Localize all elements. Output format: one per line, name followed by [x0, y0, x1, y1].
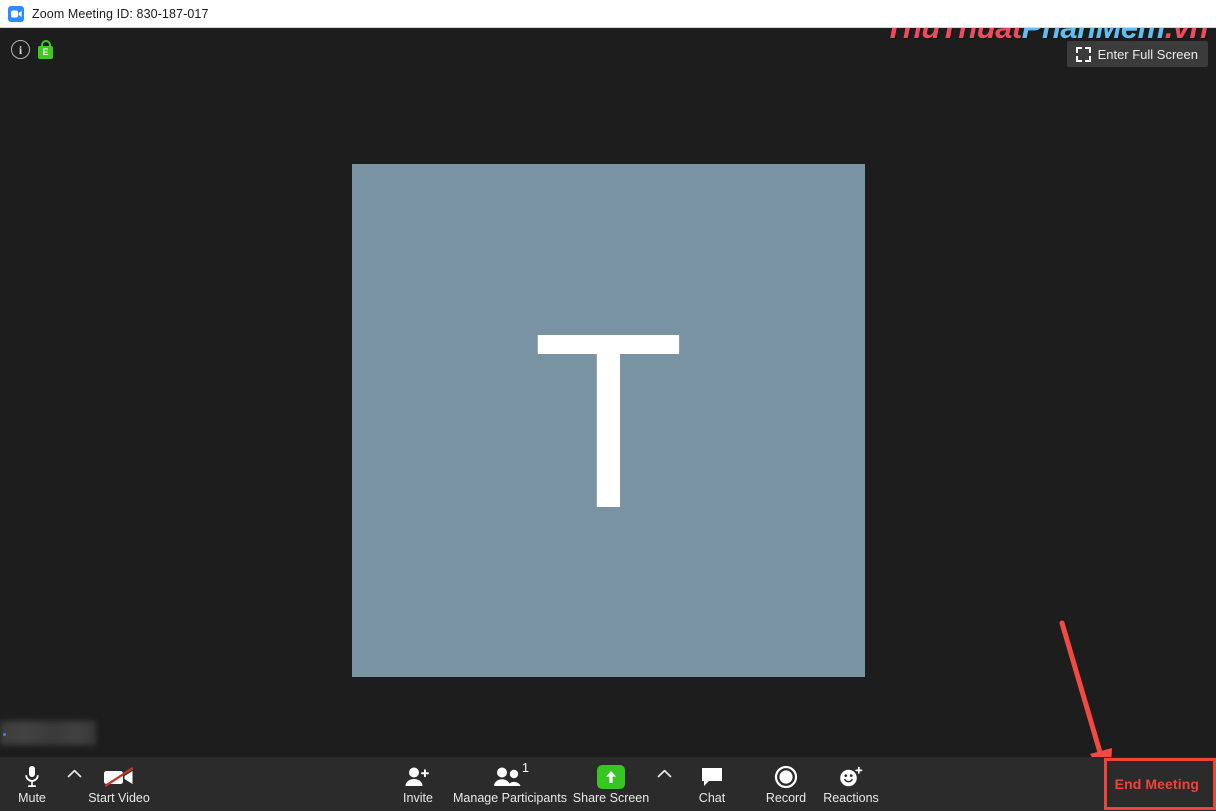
audio-options-chevron[interactable] — [60, 757, 88, 811]
end-meeting-label: End Meeting — [1115, 776, 1199, 792]
manage-participants-button[interactable]: 1 Manage Participants — [452, 757, 568, 811]
camera-off-icon — [103, 764, 135, 789]
window-title: Zoom Meeting ID: 830-187-017 — [32, 7, 209, 21]
participants-count-badge: 1 — [522, 762, 529, 775]
end-meeting-button[interactable]: End Meeting — [1115, 757, 1199, 811]
chat-label: Chat — [699, 791, 725, 806]
share-options-chevron[interactable] — [650, 757, 678, 811]
person-add-icon — [404, 764, 432, 789]
zoom-meeting-window: Zoom Meeting ID: 830-187-017 i E ThuThua… — [0, 0, 1216, 811]
watermark-part-1: ThuThuat — [885, 28, 1022, 45]
record-label: Record — [766, 791, 806, 806]
manage-participants-label: Manage Participants — [453, 791, 567, 806]
people-icon: 1 — [492, 764, 528, 789]
expand-corners-icon — [1076, 47, 1091, 62]
lock-shackle — [41, 40, 51, 49]
reactions-label: Reactions — [823, 791, 879, 806]
chat-bubble-icon — [700, 764, 724, 789]
meeting-canvas: i E ThuThuatPhanMem.vn Enter Full Screen… — [0, 28, 1216, 757]
info-circle-icon[interactable]: i — [11, 40, 30, 59]
mute-label: Mute — [18, 791, 46, 806]
smiley-plus-icon — [838, 764, 864, 789]
invite-button[interactable]: Invite — [392, 757, 444, 811]
share-up-arrow-icon — [597, 764, 625, 789]
chevron-up-icon — [657, 769, 672, 778]
chevron-up-icon — [67, 769, 82, 778]
invite-label: Invite — [403, 791, 433, 806]
record-circle-icon — [774, 764, 798, 789]
participant-name-overlay — [0, 721, 96, 745]
start-video-label: Start Video — [88, 791, 150, 806]
window-titlebar: Zoom Meeting ID: 830-187-017 — [0, 0, 1216, 28]
mute-button[interactable]: Mute — [10, 757, 54, 811]
enter-full-screen-label: Enter Full Screen — [1098, 47, 1198, 62]
avatar-initial: T — [532, 308, 685, 533]
zoom-camera-icon — [8, 6, 24, 22]
reactions-button[interactable]: Reactions — [822, 757, 880, 811]
microphone-icon — [24, 764, 40, 789]
share-screen-button[interactable]: Share Screen — [572, 757, 650, 811]
participant-video-tile[interactable]: T — [352, 164, 865, 677]
share-screen-label: Share Screen — [573, 791, 649, 806]
participant-audio-indicator-icon — [3, 733, 6, 736]
annotation-arrow-icon — [1030, 608, 1150, 757]
chat-button[interactable]: Chat — [688, 757, 736, 811]
green-lock-icon[interactable]: E — [38, 40, 53, 59]
meeting-toolbar: Mute Start Video — [0, 757, 1216, 811]
record-button[interactable]: Record — [758, 757, 814, 811]
meeting-status-icons: i E — [11, 40, 53, 59]
start-video-button[interactable]: Start Video — [85, 757, 153, 811]
enter-full-screen-button[interactable]: Enter Full Screen — [1067, 41, 1208, 67]
